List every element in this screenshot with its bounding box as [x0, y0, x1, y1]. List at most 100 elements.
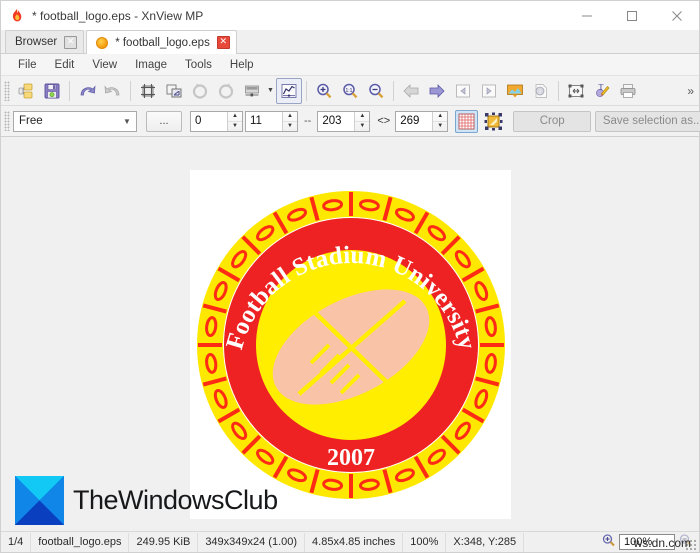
menu-help[interactable]: Help: [221, 57, 263, 73]
last-page-icon[interactable]: [476, 78, 502, 104]
center-selection-icon[interactable]: [482, 110, 505, 133]
status-print-size: 4.85x4.85 inches: [305, 532, 404, 552]
minimize-button[interactable]: [564, 1, 609, 30]
menu-edit[interactable]: Edit: [46, 57, 84, 73]
print-icon[interactable]: [615, 78, 641, 104]
spin-down-icon[interactable]: ▼: [355, 122, 369, 131]
selection-toolbar-grip[interactable]: [4, 111, 10, 131]
thewindowsclub-logo: [15, 476, 64, 525]
window-title: * football_logo.eps - XnView MP: [32, 8, 204, 23]
adjust-icon[interactable]: [239, 78, 265, 104]
spin-up-icon[interactable]: ▲: [283, 112, 297, 122]
tab-browser-label: Browser: [15, 36, 58, 48]
thewindowsclub-label: TheWindowsClub: [73, 485, 278, 515]
logo-year-text: 2007: [327, 445, 375, 471]
grid-icon[interactable]: [455, 109, 479, 133]
fullscreen-icon[interactable]: [563, 78, 589, 104]
menu-view[interactable]: View: [83, 57, 126, 73]
zoom-level-input[interactable]: 100%: [619, 534, 675, 550]
tab-browser[interactable]: Browser ✕: [5, 30, 85, 53]
selection-y-value[interactable]: 11: [246, 112, 282, 131]
open-folder-icon[interactable]: [13, 78, 39, 104]
status-dimensions: 349x349x24 (1.00): [198, 532, 306, 552]
app-icon: [9, 8, 25, 24]
save-icon[interactable]: [39, 78, 65, 104]
selection-x-stepper[interactable]: 0 ▲ ▼: [190, 110, 243, 132]
selection-options-button[interactable]: ...: [146, 110, 182, 132]
rotate-right-icon[interactable]: [213, 78, 239, 104]
selection-width-spin-buttons[interactable]: ▲ ▼: [354, 111, 370, 131]
zoom-out-icon[interactable]: [363, 78, 389, 104]
toolbar-separator: [130, 80, 131, 101]
image-sheet[interactable]: Football Stadium University 2007: [190, 170, 511, 519]
previous-icon[interactable]: [398, 78, 424, 104]
selection-shape-select[interactable]: Free ▼: [13, 110, 137, 132]
menu-file[interactable]: File: [9, 57, 46, 73]
status-filename: football_logo.eps: [31, 532, 130, 552]
title-bar: * football_logo.eps - XnView MP: [1, 1, 699, 30]
adjust-dropdown-caret-icon[interactable]: ▼: [265, 78, 276, 104]
window-controls: [564, 1, 699, 30]
window-resize-grip[interactable]: [685, 539, 697, 551]
selection-dash-label: --: [304, 115, 312, 127]
spin-up-icon[interactable]: ▲: [433, 112, 448, 122]
zoom-actual-icon[interactable]: 1:1: [337, 78, 363, 104]
xnview-window: * football_logo.eps - XnView MP Browser …: [0, 0, 700, 553]
selection-height-spin-buttons[interactable]: ▲ ▼: [432, 111, 448, 131]
slideshow-icon[interactable]: [502, 78, 528, 104]
selection-x-spin-buttons[interactable]: ▲ ▼: [227, 111, 242, 131]
tab-football-logo-label: * football_logo.eps: [115, 36, 210, 49]
curves-icon[interactable]: [276, 77, 302, 104]
toolbar-separator: [558, 80, 559, 101]
crop-icon[interactable]: [135, 78, 161, 104]
menu-image[interactable]: Image: [126, 57, 176, 73]
selection-y-spin-buttons[interactable]: ▲ ▼: [282, 111, 297, 131]
status-page-count: 1/4: [1, 532, 32, 552]
spin-up-icon[interactable]: ▲: [355, 112, 370, 122]
tab-strip: Browser ✕ * football_logo.eps ✕: [1, 30, 699, 54]
close-button[interactable]: [654, 1, 699, 30]
image-canvas-area[interactable]: Football Stadium University 2007 TheWind…: [1, 137, 699, 531]
selection-height-value[interactable]: 269: [396, 112, 432, 131]
tab-football-logo-close-icon[interactable]: ✕: [216, 36, 230, 49]
next-icon[interactable]: [424, 78, 450, 104]
save-selection-button[interactable]: Save selection as...: [595, 110, 700, 132]
rotate-left-icon[interactable]: [187, 78, 213, 104]
spin-down-icon[interactable]: ▼: [433, 122, 447, 131]
main-toolbar: ▼ 1:1 i T »: [1, 76, 699, 106]
undo-icon[interactable]: [74, 78, 100, 104]
menu-tools[interactable]: Tools: [176, 57, 221, 73]
spin-up-icon[interactable]: ▲: [228, 112, 242, 122]
status-bar: 1/4 football_logo.eps 249.95 KiB 349x349…: [1, 531, 699, 552]
football-logo-image: Football Stadium University 2007: [191, 175, 511, 515]
first-page-icon[interactable]: [450, 78, 476, 104]
status-filesize: 249.95 KiB: [129, 532, 199, 552]
resize-icon[interactable]: [161, 78, 187, 104]
spin-down-icon[interactable]: ▼: [283, 122, 297, 131]
selection-x-value[interactable]: 0: [191, 112, 227, 131]
selection-width-stepper[interactable]: 203 ▲ ▼: [317, 110, 371, 132]
status-zoom-in-icon[interactable]: [601, 533, 616, 551]
maximize-button[interactable]: [609, 1, 654, 30]
status-zoom-percent: 100%: [403, 532, 447, 552]
tab-football-logo[interactable]: * football_logo.eps ✕: [86, 30, 237, 54]
toolbar-separator: [69, 80, 70, 101]
tab-browser-close-icon[interactable]: ✕: [64, 35, 78, 49]
toolbar-separator: [306, 80, 307, 101]
zoom-in-icon[interactable]: [311, 78, 337, 104]
selection-link-label[interactable]: <>: [377, 115, 390, 127]
chevron-down-icon: ▼: [123, 116, 131, 126]
info-icon[interactable]: i: [528, 78, 554, 104]
tab-file-icon: [96, 36, 109, 49]
redo-icon[interactable]: [100, 78, 126, 104]
toolbar-overflow-button[interactable]: »: [687, 84, 694, 98]
selection-y-stepper[interactable]: 11 ▲ ▼: [245, 110, 298, 132]
draw-text-icon[interactable]: T: [589, 78, 615, 104]
selection-width-value[interactable]: 203: [318, 112, 354, 131]
thewindowsclub-watermark: TheWindowsClub: [15, 476, 278, 525]
selection-shape-value: Free: [19, 115, 43, 127]
selection-height-stepper[interactable]: 269 ▲ ▼: [395, 110, 449, 132]
crop-button[interactable]: Crop: [513, 110, 592, 132]
spin-down-icon[interactable]: ▼: [228, 122, 242, 131]
toolbar-grip[interactable]: [4, 80, 10, 101]
